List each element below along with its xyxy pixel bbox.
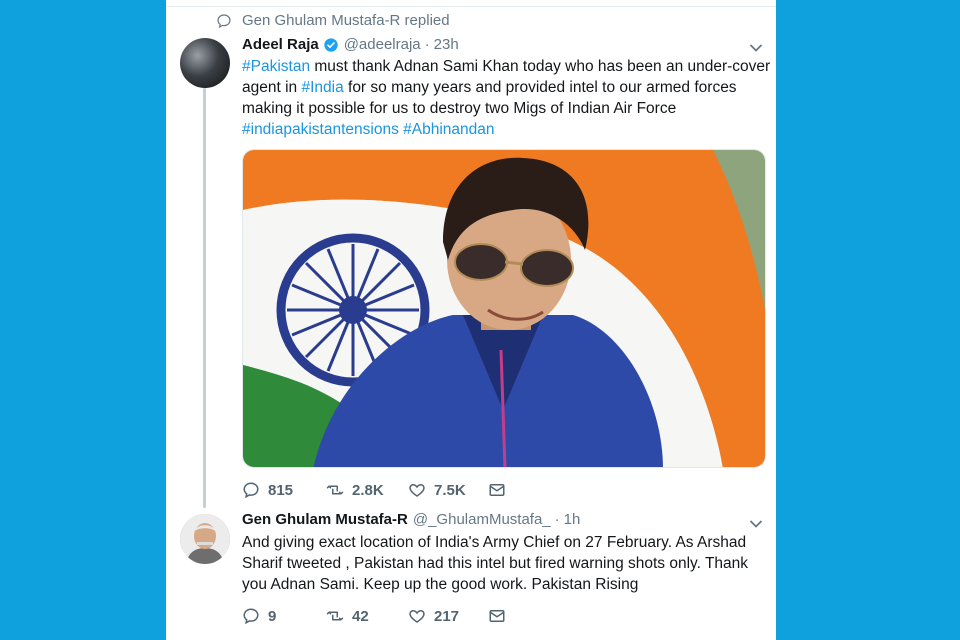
author-handle[interactable]: @adeelraja	[344, 36, 421, 53]
message-icon	[489, 610, 505, 622]
hashtag-link[interactable]: #Abhinandan	[403, 121, 494, 138]
reply-icon	[243, 608, 259, 625]
reply-context-text: Gen Ghulam Mustafa-R replied	[242, 12, 450, 29]
hashtag-link[interactable]: #indiapakistantensions	[242, 121, 399, 138]
tweet-header: Gen Ghulam Mustafa-R @_GhulamMustafa_ · …	[242, 511, 580, 528]
tweet-actions: 9 42 217	[242, 607, 514, 625]
retweet-button[interactable]: 42	[326, 607, 408, 625]
reply-icon	[243, 482, 259, 499]
avatar[interactable]	[180, 38, 230, 88]
direct-message-button[interactable]	[488, 607, 514, 625]
reply-context: Gen Ghulam Mustafa-R replied	[216, 12, 450, 29]
hashtag-link[interactable]: #Pakistan	[242, 58, 310, 75]
message-icon	[489, 484, 505, 496]
verified-icon	[324, 37, 338, 52]
retweet-icon	[326, 485, 344, 495]
tweet-header: Adeel Raja @adeelraja · 23h	[242, 36, 459, 53]
retweet-icon	[326, 611, 344, 621]
author-handle[interactable]: @_GhulamMustafa_	[413, 511, 551, 528]
reply-button[interactable]: 815	[242, 481, 326, 499]
thread-connector	[203, 88, 206, 508]
tweet-thread-panel: Gen Ghulam Mustafa-R replied Adeel Raja …	[166, 0, 776, 640]
reply-count: 815	[268, 481, 294, 499]
tweet-actions: 815 2.8K 7.5K	[242, 481, 514, 499]
like-button[interactable]: 217	[408, 607, 488, 625]
like-count: 7.5K	[434, 481, 466, 499]
divider	[166, 6, 776, 7]
author-name[interactable]: Gen Ghulam Mustafa-R	[242, 511, 408, 528]
direct-message-button[interactable]	[488, 481, 514, 499]
avatar-portrait	[180, 514, 230, 564]
reply-button[interactable]: 9	[242, 607, 326, 625]
chevron-down-icon[interactable]	[749, 519, 763, 529]
retweet-count: 2.8K	[352, 481, 384, 499]
tweet-text: #Pakistan must thank Adnan Sami Khan tod…	[242, 56, 772, 140]
timestamp[interactable]: 23h	[434, 36, 459, 53]
avatar[interactable]	[180, 514, 230, 564]
author-name[interactable]: Adeel Raja	[242, 36, 319, 53]
tweet-text: And giving exact location of India's Arm…	[242, 534, 749, 593]
like-button[interactable]: 7.5K	[408, 481, 488, 499]
timestamp[interactable]: 1h	[564, 511, 581, 528]
hashtag-link[interactable]: #India	[301, 79, 343, 96]
tweet-media-photo[interactable]	[242, 149, 766, 468]
like-icon	[409, 483, 425, 497]
like-count: 217	[434, 607, 460, 625]
photo-illustration	[243, 150, 765, 467]
retweet-count: 42	[352, 607, 369, 625]
reply-count: 9	[268, 607, 277, 625]
like-icon	[409, 609, 425, 623]
separator-dot: ·	[424, 36, 430, 53]
retweet-button[interactable]: 2.8K	[326, 481, 408, 499]
reply-icon	[217, 13, 231, 28]
chevron-down-icon[interactable]	[749, 43, 763, 53]
separator-dot: ·	[554, 511, 560, 528]
